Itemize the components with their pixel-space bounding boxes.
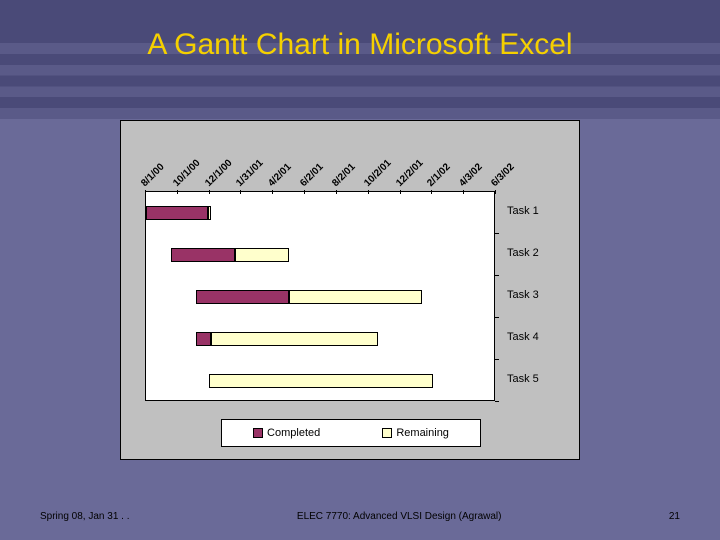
bar-remaining <box>289 290 422 304</box>
gantt-chart: 8/1/0010/1/0012/1/001/31/014/2/016/2/018… <box>120 120 580 460</box>
x-tick-label: 4/3/02 <box>457 162 484 189</box>
legend-item-completed: Completed <box>253 427 320 439</box>
footer-date: Spring 08, Jan 31 . . <box>40 511 130 522</box>
task-label: Task 1 <box>507 205 539 217</box>
remaining-swatch-icon <box>382 428 392 438</box>
task-label: Task 2 <box>507 247 539 259</box>
bar-completed <box>171 248 235 262</box>
x-tick-label: 1/31/01 <box>235 158 266 189</box>
chart-legend: Completed Remaining <box>221 419 481 447</box>
x-tick-label: 2/1/02 <box>426 162 453 189</box>
x-tick-label: 10/1/00 <box>171 158 202 189</box>
legend-item-remaining: Remaining <box>382 427 449 439</box>
bar-remaining <box>235 248 290 262</box>
task-label: Task 3 <box>507 289 539 301</box>
page-title: A Gantt Chart in Microsoft Excel <box>0 0 720 62</box>
slide-footer: Spring 08, Jan 31 . . ELEC 7770: Advance… <box>0 511 720 522</box>
x-tick-label: 8/2/01 <box>330 162 357 189</box>
x-tick-label: 6/2/01 <box>298 162 325 189</box>
x-tick-label: 12/1/00 <box>203 158 234 189</box>
bar-completed <box>146 206 208 220</box>
legend-completed-label: Completed <box>267 427 320 439</box>
x-tick-label: 4/2/01 <box>266 162 293 189</box>
plot-area <box>145 191 495 401</box>
bar-remaining <box>209 374 433 388</box>
x-tick-label: 6/3/02 <box>489 162 516 189</box>
bar-completed <box>196 290 290 304</box>
y-axis-task-labels: Task 1 Task 2 Task 3 Task 4 Task 5 <box>501 191 571 401</box>
footer-page-number: 21 <box>669 511 680 522</box>
task-label: Task 4 <box>507 331 539 343</box>
bar-completed <box>196 332 212 346</box>
x-tick-label: 10/2/01 <box>362 158 393 189</box>
legend-remaining-label: Remaining <box>396 427 449 439</box>
bar-remaining <box>208 206 212 220</box>
footer-course: ELEC 7770: Advanced VLSI Design (Agrawal… <box>297 511 502 522</box>
x-axis-ticks: 8/1/0010/1/0012/1/001/31/014/2/016/2/018… <box>145 129 495 189</box>
x-tick-label: 12/2/01 <box>394 158 425 189</box>
bar-remaining <box>211 332 378 346</box>
x-tick-label: 8/1/00 <box>139 162 166 189</box>
task-label: Task 5 <box>507 373 539 385</box>
completed-swatch-icon <box>253 428 263 438</box>
